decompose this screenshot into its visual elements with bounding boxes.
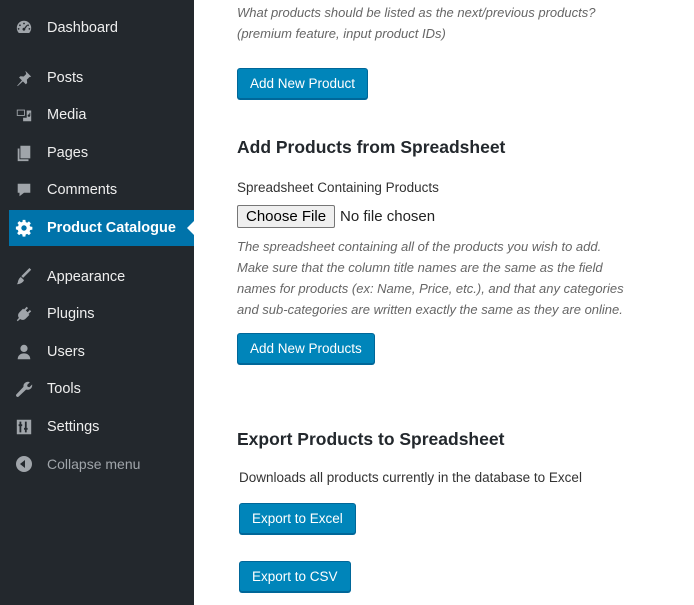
add-new-product-button[interactable]: Add New Product <box>237 68 369 99</box>
wrench-icon <box>14 379 34 399</box>
sidebar-item-dashboard[interactable]: Dashboard <box>9 10 194 46</box>
sidebar-item-pages[interactable]: Pages <box>9 135 194 171</box>
export-excel-button[interactable]: Export to Excel <box>239 503 356 534</box>
export-csv-button[interactable]: Export to CSV <box>239 561 351 592</box>
dashboard-icon <box>14 18 34 38</box>
sidebar-item-label: Dashboard <box>47 20 118 36</box>
media-icon <box>14 105 34 125</box>
sidebar-item-label: Product Catalogue <box>47 220 176 236</box>
main-content: What products should be listed as the ne… <box>194 0 694 605</box>
export-section-heading: Export Products to Spreadsheet <box>237 429 505 449</box>
collapse-menu-button[interactable]: Collapse menu <box>9 446 194 482</box>
plug-icon <box>14 304 34 324</box>
collapse-menu-label: Collapse menu <box>47 456 141 472</box>
sidebar-item-label: Pages <box>47 145 89 161</box>
comment-icon <box>14 180 34 200</box>
admin-sidebar: Dashboard Posts Media Pages Comments Pro… <box>0 0 195 605</box>
sidebar-item-label: Posts <box>47 70 84 86</box>
file-status-text: No file chosen <box>340 208 436 225</box>
pages-icon <box>14 143 34 163</box>
sidebar-item-media[interactable]: Media <box>9 97 194 133</box>
add-new-products-button[interactable]: Add New Products <box>237 333 375 364</box>
next-prev-description-line2: (premium feature, input product IDs) <box>237 26 446 41</box>
sidebar-item-settings[interactable]: Settings <box>9 409 194 445</box>
import-help-line3: names for products (ex: Name, Price, etc… <box>237 281 624 296</box>
sidebar-item-label: Tools <box>47 381 81 397</box>
brush-icon <box>14 267 34 287</box>
collapse-arrow-icon <box>14 454 34 474</box>
sidebar-item-label: Plugins <box>47 306 95 322</box>
spreadsheet-file-input: Choose File No file chosen <box>237 205 435 228</box>
gear-icon <box>14 218 34 238</box>
sliders-icon <box>14 417 34 437</box>
sidebar-item-tools[interactable]: Tools <box>9 371 194 407</box>
export-description: Downloads all products currently in the … <box>239 470 582 485</box>
sidebar-item-label: Appearance <box>47 269 126 285</box>
pin-icon <box>14 68 34 88</box>
sidebar-item-comments[interactable]: Comments <box>9 172 194 208</box>
sidebar-item-product-catalogue[interactable]: Product Catalogue <box>9 210 195 246</box>
sidebar-item-label: Settings <box>47 419 100 435</box>
sidebar-item-label: Comments <box>47 182 118 198</box>
sidebar-item-plugins[interactable]: Plugins <box>9 296 194 332</box>
import-help-line4: and sub-categories are written exactly t… <box>237 302 623 317</box>
sidebar-item-posts[interactable]: Posts <box>9 60 194 96</box>
import-help-line2: Make sure that the column title names ar… <box>237 260 603 275</box>
sidebar-item-users[interactable]: Users <box>9 334 194 370</box>
sidebar-item-label: Users <box>47 344 85 360</box>
spreadsheet-field-label: Spreadsheet Containing Products <box>237 180 439 195</box>
user-icon <box>14 342 34 362</box>
sidebar-item-appearance[interactable]: Appearance <box>9 259 194 295</box>
choose-file-button[interactable]: Choose File <box>237 205 336 228</box>
sidebar-item-label: Media <box>47 107 87 123</box>
import-help-line1: The spreadsheet containing all of the pr… <box>237 239 602 254</box>
next-prev-description-line1: What products should be listed as the ne… <box>237 5 596 20</box>
import-section-heading: Add Products from Spreadsheet <box>237 137 506 157</box>
